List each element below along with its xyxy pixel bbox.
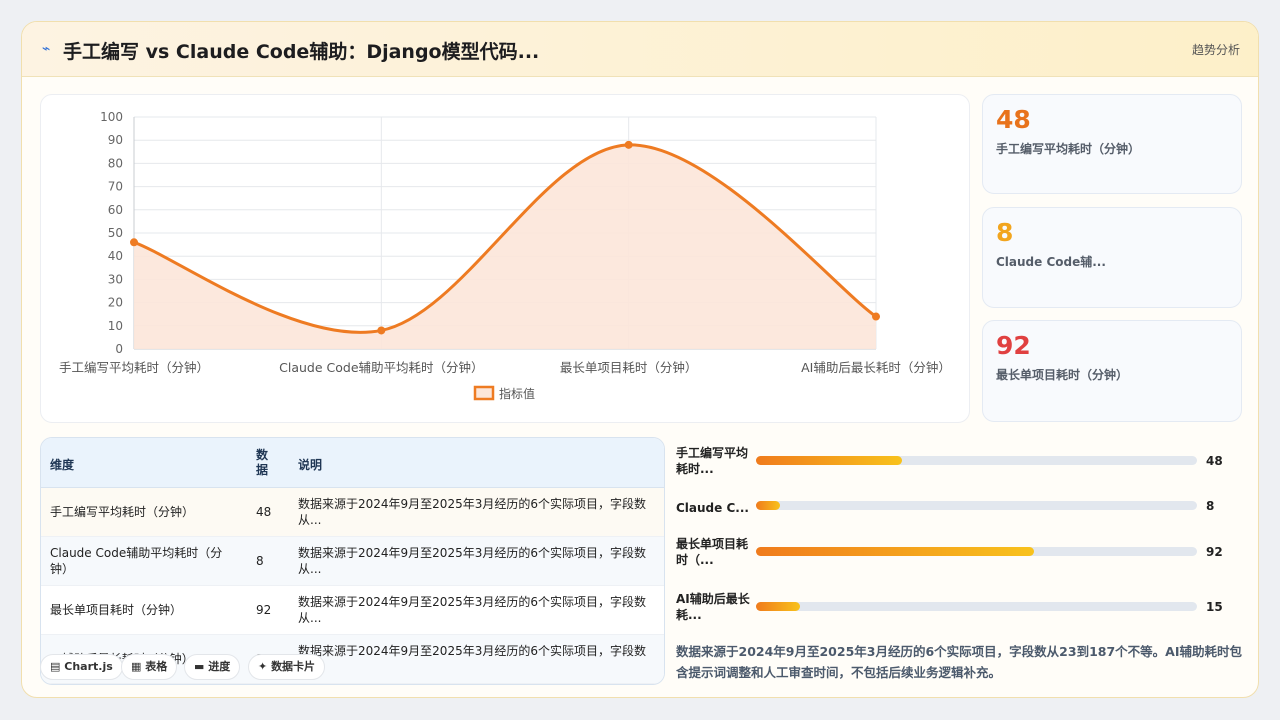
toggle-progress-button[interactable]: ▬ 进度 — [184, 654, 241, 680]
x-tick-label: Claude Code辅助平均耗时（分钟） — [279, 360, 483, 375]
trend-analysis-link[interactable]: 趋势分析 — [1192, 41, 1240, 58]
area-chart: 0 10 20 30 40 50 60 70 80 90 100 手工编写平均耗时（分钟） Claude… — [40, 94, 970, 423]
stat-label: 手工编写平均耗时（分钟） — [996, 142, 1141, 156]
y-tick-label: 90 — [108, 133, 123, 147]
progress-fill — [756, 547, 1034, 556]
cell-name: 手工编写平均耗时（分钟） — [50, 505, 195, 519]
y-tick-label: 40 — [108, 249, 123, 263]
stat-card-longest: 92 最长单项目耗时（分钟） — [982, 320, 1242, 422]
y-tick-label: 80 — [108, 156, 123, 170]
y-tick-label: 50 — [108, 226, 123, 240]
progress-fill — [756, 602, 801, 611]
y-tick-label: 0 — [115, 342, 123, 356]
cell-value: 48 — [256, 505, 272, 519]
stat-value: 92 — [996, 331, 1031, 360]
progress-label: 最长单项目耗时（... — [676, 537, 749, 567]
data-point — [130, 238, 138, 247]
stat-card-manual: 48 手工编写平均耗时（分钟） — [982, 94, 1242, 194]
cell-name: 最长单项目耗时（分钟） — [50, 603, 183, 617]
progress-row: 最长单项目耗时（... 92 — [676, 536, 1246, 572]
toggle-label: Chart.js — [64, 660, 113, 673]
data-source-note: 数据来源于2024年9月至2025年3月经历的6个实际项目，字段数从23到187… — [676, 644, 1242, 680]
y-tick-label: 60 — [108, 203, 123, 217]
data-point — [624, 140, 633, 149]
cell-value: 92 — [256, 603, 272, 617]
progress-track — [756, 602, 1197, 611]
cell-name: Claude Code辅助平均耗时（分钟） — [50, 546, 223, 576]
table-header: 维度 数据 说明 — [41, 438, 664, 488]
progress-label: 手工编写平均耗时... — [676, 446, 749, 476]
series-area — [134, 144, 876, 349]
cell-desc: 数据来源于2024年9月至2025年3月经历的6个实际项目，字段数从... — [298, 546, 646, 576]
data-point — [872, 312, 880, 321]
toggle-label: 进度 — [208, 660, 231, 673]
card-icon: ✦ — [258, 660, 268, 673]
cell-desc: 数据来源于2024年9月至2025年3月经历的6个实际项目，字段数从... — [298, 595, 646, 625]
toggle-label: 数据卡片 — [271, 660, 316, 673]
y-tick-label: 20 — [108, 296, 123, 310]
x-tick-label: AI辅助后最长耗时（分钟） — [801, 360, 951, 375]
progress-track — [756, 456, 1197, 465]
progress-fill — [756, 501, 781, 510]
progress-value: 92 — [1206, 545, 1223, 559]
chart-svg: 0 10 20 30 40 50 60 70 80 90 100 手工编写平均耗时（分钟） Claude… — [59, 110, 951, 401]
dashboard-card: ⌁ 手工编写 vs Claude Code辅助：Django模型代码... 趋势… — [21, 21, 1259, 698]
progress-value: 48 — [1206, 454, 1223, 468]
x-tick-label: 手工编写平均耗时（分钟） — [59, 360, 209, 375]
toggle-chartjs-button[interactable]: ▤ Chart.js — [40, 654, 123, 680]
cell-desc: 数据来源于2024年9月至2025年3月经历的6个实际项目，字段数从... — [298, 497, 646, 527]
cell-value: 8 — [256, 554, 264, 568]
table-row: Claude Code辅助平均耗时（分钟） 8 数据来源于2024年9月至202… — [41, 537, 664, 586]
progress-label: Claude C... — [676, 501, 749, 515]
y-tick-label: 100 — [100, 110, 123, 124]
x-tick-label: 最长单项目耗时（分钟） — [560, 360, 698, 375]
stat-value: 8 — [996, 218, 1014, 247]
table-icon: ▦ — [131, 660, 142, 673]
progress-icon: ▬ — [194, 660, 205, 673]
chart-line-icon: ⌁ — [42, 41, 51, 57]
progress-row: 手工编写平均耗时... 48 — [676, 445, 1246, 481]
y-tick-label: 10 — [108, 319, 123, 333]
y-tick-label: 30 — [108, 272, 123, 286]
progress-track — [756, 547, 1197, 556]
toggle-label: 表格 — [145, 660, 168, 673]
legend-label: 指标值 — [499, 386, 535, 401]
table-row: 最长单项目耗时（分钟） 92 数据来源于2024年9月至2025年3月经历的6个… — [41, 586, 664, 635]
column-header-data: 数据 — [256, 448, 269, 477]
toggle-cards-button[interactable]: ✦ 数据卡片 — [248, 654, 326, 680]
stat-label: 最长单项目耗时（分钟） — [996, 368, 1129, 382]
stat-label: Claude Code辅... — [996, 255, 1106, 269]
progress-row: Claude C... 8 — [676, 498, 1246, 522]
progress-value: 15 — [1206, 600, 1223, 614]
table-row: 手工编写平均耗时（分钟） 48 数据来源于2024年9月至2025年3月经历的6… — [41, 488, 664, 537]
stat-card-claude: 8 Claude Code辅... — [982, 207, 1242, 308]
toggle-table-button[interactable]: ▦ 表格 — [121, 654, 178, 680]
legend-swatch — [473, 385, 495, 401]
progress-label: AI辅助后最长耗... — [676, 592, 750, 622]
header: ⌁ 手工编写 vs Claude Code辅助：Django模型代码... 趋势… — [22, 22, 1258, 77]
page-title: 手工编写 vs Claude Code辅助：Django模型代码... — [63, 41, 540, 63]
cell-desc: 数据来源于2024年9月至2025年3月经历的6个实际项目，字段数从... — [298, 644, 646, 674]
column-header-desc: 说明 — [298, 458, 323, 472]
y-tick-label: 70 — [108, 180, 123, 194]
data-point — [377, 326, 386, 335]
data-table: 维度 数据 说明 手工编写平均耗时（分钟） 48 数据来源于2024年9月至20… — [40, 437, 665, 685]
column-header-dimension: 维度 — [50, 458, 75, 472]
progress-row: AI辅助后最长耗... 15 — [676, 591, 1246, 627]
progress-value: 8 — [1206, 499, 1215, 513]
progress-fill — [756, 456, 902, 465]
progress-track — [756, 501, 1197, 510]
stat-value: 48 — [996, 105, 1031, 134]
chart-icon: ▤ — [50, 660, 61, 673]
